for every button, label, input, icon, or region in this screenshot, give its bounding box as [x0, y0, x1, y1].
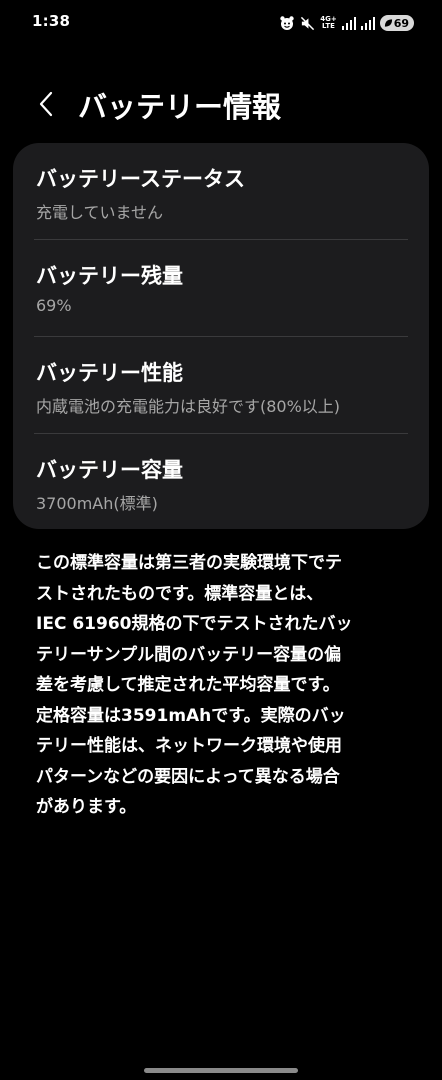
- description-line: テリーサンプル間のバッテリー容量の偏: [36, 644, 342, 665]
- signal-icon: [341, 16, 356, 30]
- status-time: 1:38: [32, 12, 71, 30]
- description-line: IEC 61960規格の下でテストされたバッ: [36, 614, 353, 634]
- battery-info-card: バッテリーステータス 充電していません バッテリー残量 69% バッテリー性能 …: [13, 143, 429, 529]
- battery-status-value: 充電していません: [36, 203, 164, 222]
- description-line: この標準容量は第三者の実験環境下でテ: [36, 553, 342, 573]
- capacity-description: この標準容量は第三者の実験環境下でテ ストされたものです。標準容量とは、 IEC…: [36, 548, 411, 823]
- network-type: 4G+ LTE: [320, 16, 336, 30]
- signal-icon-secondary: [360, 16, 375, 30]
- battery-performance-item[interactable]: バッテリー性能 内蔵電池の充電能力は良好です(80%以上): [13, 337, 429, 433]
- header: バッテリー情報: [0, 76, 442, 132]
- battery-level: 69: [393, 16, 409, 30]
- description-line: 定格容量は3591mAhです。実際のバッ: [36, 705, 346, 726]
- description-line: があります。: [36, 797, 137, 817]
- battery-level-title: バッテリー残量: [36, 264, 183, 288]
- description-line: 差を考慮して推定された平均容量です。: [36, 675, 340, 695]
- page-title: バッテリー情報: [78, 90, 282, 124]
- battery-level-value: 69%: [36, 296, 72, 315]
- battery-status-item[interactable]: バッテリーステータス 充電していません: [13, 143, 429, 239]
- back-button[interactable]: [28, 86, 64, 122]
- battery-status-title: バッテリーステータス: [36, 167, 245, 191]
- battery-level-item[interactable]: バッテリー残量 69%: [13, 240, 429, 336]
- face-icon: [279, 15, 295, 31]
- battery-capacity-value: 3700mAh(標準): [36, 494, 158, 513]
- status-icons: 4G+ LTE 69: [279, 13, 414, 33]
- mute-icon: [300, 16, 315, 31]
- status-bar: 1:38 4G+ LTE 69: [0, 0, 442, 44]
- description-line: ストされたものです。標準容量とは、: [36, 583, 324, 604]
- home-indicator[interactable]: [144, 1068, 298, 1073]
- chevron-left-icon: [39, 91, 53, 117]
- battery-indicator: 69: [379, 15, 414, 31]
- battery-capacity-item[interactable]: バッテリー容量 3700mAh(標準): [13, 434, 429, 529]
- description-line: テリー性能は、ネットワーク環境や使用: [36, 736, 342, 756]
- description-line: パターンなどの要因によって異なる場合: [36, 766, 340, 787]
- battery-performance-value: 内蔵電池の充電能力は良好です(80%以上): [36, 397, 341, 416]
- battery-performance-title: バッテリー性能: [36, 361, 183, 385]
- network-type-bottom: LTE: [322, 22, 335, 30]
- battery-capacity-title: バッテリー容量: [36, 458, 183, 482]
- leaf-battery-icon: [384, 19, 392, 27]
